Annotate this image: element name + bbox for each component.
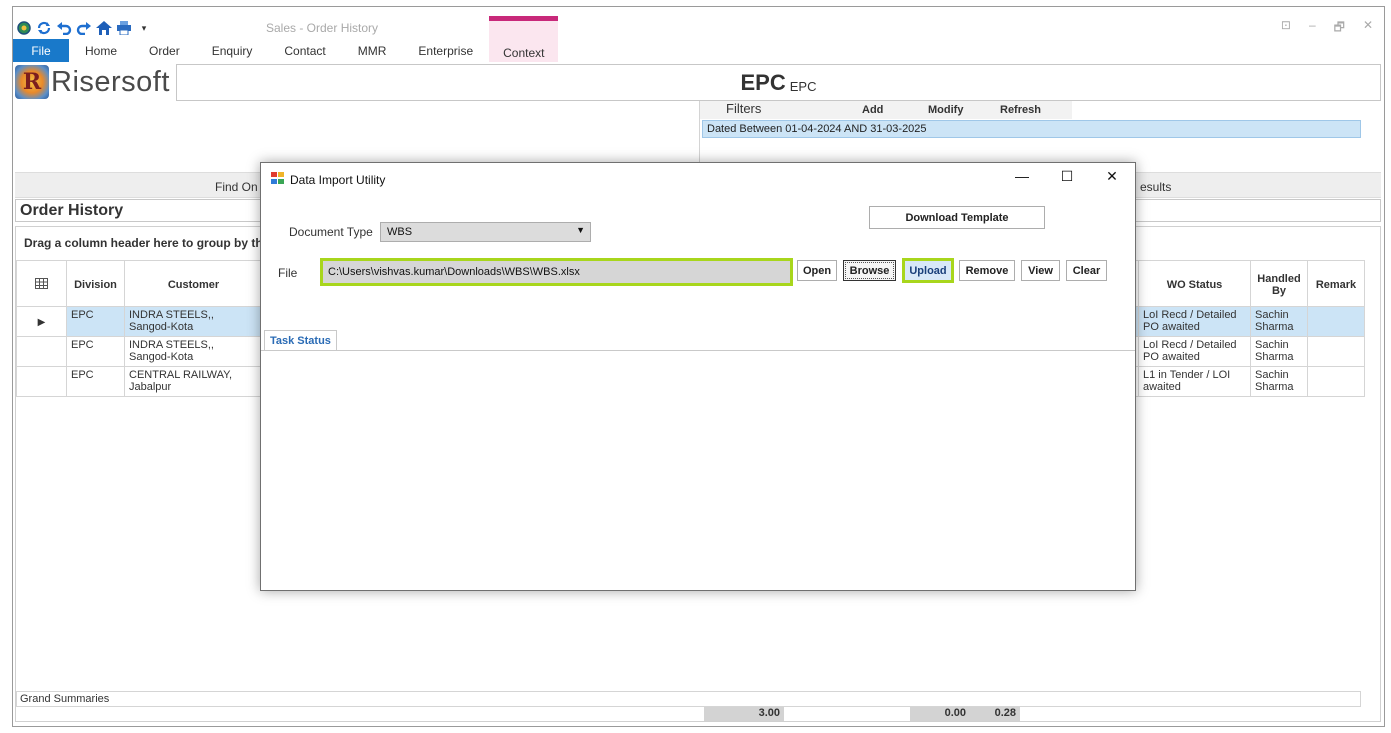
cell-remark[interactable] xyxy=(1307,306,1365,337)
window-title: Sales - Order History xyxy=(266,21,379,35)
column-header-handled-by[interactable]: Handled By xyxy=(1250,260,1308,307)
column-header-wo-status[interactable]: WO Status xyxy=(1138,260,1251,307)
total-value: 0.28 xyxy=(970,707,1020,721)
ribbon-tabs: File Home Order Enquiry Contact MMR Ente… xyxy=(13,16,559,62)
open-button[interactable]: Open xyxy=(797,260,837,281)
cell-wo-status[interactable]: L1 in Tender / LOI awaited xyxy=(1138,366,1251,397)
dropdown-icon[interactable]: ▾ xyxy=(136,20,152,36)
quick-access-toolbar: ▾ xyxy=(16,19,152,37)
refresh-icon[interactable] xyxy=(36,20,52,36)
filter-modify-button[interactable]: Modify xyxy=(912,101,986,119)
print-icon[interactable] xyxy=(116,20,132,36)
browse-button[interactable]: Browse xyxy=(843,260,896,281)
column-header-remark[interactable]: Remark xyxy=(1307,260,1365,307)
page-title-main: EPC xyxy=(740,69,786,95)
row-indicator xyxy=(16,366,67,397)
page-title: EPC EPC xyxy=(176,64,1381,101)
dialog-close-icon[interactable]: ✕ xyxy=(1097,168,1127,185)
dialog-maximize-icon[interactable]: ☐ xyxy=(1052,168,1082,185)
tab-mmr[interactable]: MMR xyxy=(342,39,403,62)
file-path-field[interactable]: C:\Users\vishvas.kumar\Downloads\WBS\WBS… xyxy=(320,258,793,286)
grand-summaries-label: Grand Summaries xyxy=(16,691,1361,707)
filter-row[interactable]: Dated Between 01-04-2024 AND 31-03-2025 xyxy=(702,120,1361,138)
cell-customer[interactable]: CENTRAL RAILWAY, Jabalpur xyxy=(124,366,263,397)
results-label[interactable]: esults xyxy=(1140,180,1171,194)
tab-file[interactable]: File xyxy=(13,39,69,62)
dialog-minimize-icon[interactable]: — xyxy=(1007,168,1037,184)
window-controls: ⊡ – 🗗 ✕ xyxy=(1281,18,1373,39)
minimize-icon[interactable]: – xyxy=(1309,18,1316,39)
document-type-label: Document Type xyxy=(289,225,373,239)
page-title-sub: EPC xyxy=(789,78,817,94)
document-type-select[interactable]: WBS ▼ xyxy=(380,222,591,242)
total-value: 0.00 xyxy=(910,707,970,721)
logo-text: Risersoft xyxy=(51,65,170,98)
app-icon[interactable] xyxy=(16,20,32,36)
tab-enterprise[interactable]: Enterprise xyxy=(402,39,489,62)
row-indicator xyxy=(16,336,67,367)
dialog-app-icon xyxy=(271,172,285,185)
row-indicator-icon: ▶ xyxy=(16,306,67,337)
tab-context[interactable]: Context xyxy=(489,16,559,62)
upload-button[interactable]: Upload xyxy=(902,258,954,283)
tab-home[interactable]: Home xyxy=(69,39,133,62)
total-value: 3.00 xyxy=(704,707,784,721)
logo: R Risersoft xyxy=(15,65,170,99)
view-button[interactable]: View xyxy=(1021,260,1060,281)
restore-ribbon-icon[interactable]: ⊡ xyxy=(1281,18,1291,39)
clear-button[interactable]: Clear xyxy=(1066,260,1107,281)
redo-icon[interactable] xyxy=(76,20,92,36)
filters-spacer xyxy=(1072,101,1381,119)
cell-division[interactable]: EPC xyxy=(66,336,125,367)
column-header-customer[interactable]: Customer xyxy=(124,260,263,307)
cell-division[interactable]: EPC xyxy=(66,366,125,397)
filter-add-button[interactable]: Add xyxy=(836,101,912,119)
chevron-down-icon: ▼ xyxy=(576,225,585,235)
cell-handled-by[interactable]: Sachin Sharma xyxy=(1250,306,1308,337)
cell-wo-status[interactable]: LoI Recd / Detailed PO awaited xyxy=(1138,336,1251,367)
maximize-icon[interactable]: 🗗 xyxy=(1334,18,1345,39)
totals-row: 3.00 0.00 0.28 xyxy=(16,707,1361,721)
cell-division[interactable]: EPC xyxy=(66,306,125,337)
dialog-title: Data Import Utility xyxy=(290,173,386,187)
cell-wo-status[interactable]: LoI Recd / Detailed PO awaited xyxy=(1138,306,1251,337)
cell-customer[interactable]: INDRA STEELS,, Sangod-Kota xyxy=(124,306,263,337)
document-type-value: WBS xyxy=(387,226,413,238)
filters-bar: Filters Add Modify Refresh xyxy=(700,101,1381,119)
tab-divider xyxy=(261,350,1135,351)
filters-title: Filters xyxy=(726,101,762,116)
filter-refresh-button[interactable]: Refresh xyxy=(986,101,1072,119)
group-by-hint: Drag a column header here to group by th xyxy=(24,236,263,250)
cell-remark[interactable] xyxy=(1307,336,1365,367)
cell-remark[interactable] xyxy=(1307,366,1365,397)
logo-mark-icon: R xyxy=(15,65,49,99)
home-icon[interactable] xyxy=(96,20,112,36)
data-import-dialog: Data Import Utility — ☐ ✕ Download Templ… xyxy=(260,162,1136,591)
cell-customer[interactable]: INDRA STEELS,, Sangod-Kota xyxy=(124,336,263,367)
tab-order[interactable]: Order xyxy=(133,39,196,62)
undo-icon[interactable] xyxy=(56,20,72,36)
close-icon[interactable]: ✕ xyxy=(1363,18,1373,39)
find-on-label[interactable]: Find On xyxy=(215,180,258,194)
download-template-button[interactable]: Download Template xyxy=(869,206,1045,229)
tab-task-status[interactable]: Task Status xyxy=(264,330,337,351)
column-header-division[interactable]: Division xyxy=(66,260,125,307)
tab-enquiry[interactable]: Enquiry xyxy=(196,39,269,62)
file-label: File xyxy=(278,266,298,280)
tab-contact[interactable]: Contact xyxy=(268,39,341,62)
remove-button[interactable]: Remove xyxy=(959,260,1015,281)
cell-handled-by[interactable]: Sachin Sharma xyxy=(1250,366,1308,397)
column-chooser-icon[interactable] xyxy=(16,260,67,307)
cell-handled-by[interactable]: Sachin Sharma xyxy=(1250,336,1308,367)
